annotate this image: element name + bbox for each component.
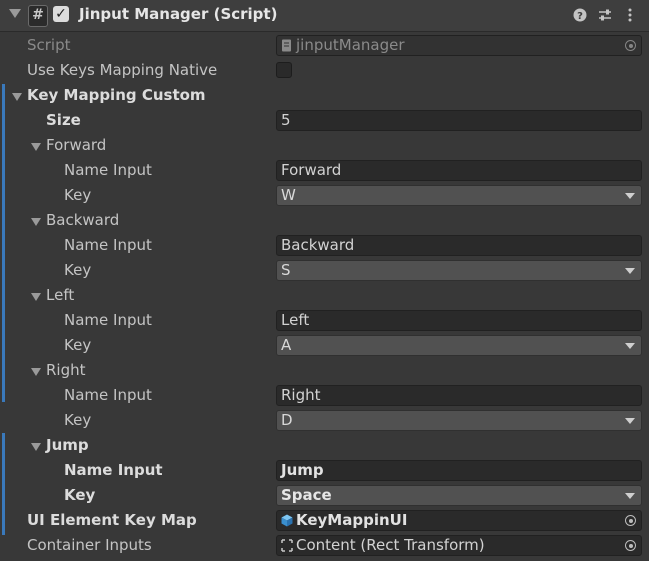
entry-label: Backward [46, 211, 120, 229]
entry-foldout[interactable]: Right [0, 359, 649, 384]
more-options-icon[interactable] [621, 5, 639, 25]
object-picker-icon[interactable] [625, 515, 636, 526]
component-header: # ✓ Jinput Manager (Script) ? [0, 0, 649, 32]
key-row: Key A [0, 334, 649, 359]
name-input-row: Name Input Right [0, 384, 649, 409]
object-picker-icon [625, 40, 636, 51]
key-dropdown[interactable]: A [276, 335, 642, 356]
dropdown-arrow-icon [625, 343, 635, 349]
dropdown-arrow-icon [625, 418, 635, 424]
key-dropdown[interactable]: D [276, 410, 642, 431]
script-file-icon [282, 39, 291, 52]
script-row: Script jinputManager [0, 34, 649, 59]
rect-transform-icon [281, 539, 293, 552]
dropdown-arrow-icon [625, 493, 635, 499]
container-row: Container Inputs Content (Rect Transform… [0, 534, 649, 559]
entry-label: Right [46, 361, 86, 379]
prefab-cube-icon [281, 514, 293, 527]
container-label: Container Inputs [27, 536, 152, 554]
ui-element-field[interactable]: KeyMappinUI [276, 510, 642, 531]
svg-text:?: ? [577, 11, 583, 22]
component-enabled-checkbox[interactable]: ✓ [53, 6, 69, 22]
foldout-arrow-icon[interactable] [31, 218, 41, 226]
presets-icon[interactable] [596, 5, 614, 25]
foldout-arrow-icon[interactable] [31, 443, 41, 451]
dropdown-arrow-icon [625, 268, 635, 274]
script-field: jinputManager [276, 35, 642, 56]
entry-label: Forward [46, 136, 107, 154]
key-row: Key Space [0, 484, 649, 509]
name-input-label: Name Input [64, 461, 163, 479]
key-label: Key [64, 186, 92, 204]
container-field[interactable]: Content (Rect Transform) [276, 535, 642, 556]
object-picker-icon[interactable] [625, 540, 636, 551]
key-label: Key [64, 411, 92, 429]
ui-element-row: UI Element Key Map KeyMappinUI [0, 509, 649, 534]
key-row: Key S [0, 259, 649, 284]
help-icon[interactable]: ? [571, 5, 589, 25]
key-row: Key W [0, 184, 649, 209]
key-label: Key [64, 336, 92, 354]
name-input-row: Name Input Backward [0, 234, 649, 259]
name-input-row: Name Input Jump [0, 459, 649, 484]
foldout-arrow-icon[interactable] [12, 93, 22, 101]
name-input-label: Name Input [64, 236, 152, 254]
native-row: Use Keys Mapping Native [0, 59, 649, 84]
name-input-field[interactable]: Forward [276, 160, 642, 181]
size-row: Size 5 [0, 109, 649, 134]
key-label: Key [64, 486, 96, 504]
entry-label: Left [46, 286, 75, 304]
name-input-label: Name Input [64, 386, 152, 404]
name-input-row: Name Input Left [0, 309, 649, 334]
ui-element-label: UI Element Key Map [27, 511, 197, 529]
entry-foldout[interactable]: Left [0, 284, 649, 309]
name-input-label: Name Input [64, 311, 152, 329]
key-dropdown[interactable]: Space [276, 485, 642, 506]
name-input-label: Name Input [64, 161, 152, 179]
name-input-field[interactable]: Jump [276, 460, 642, 481]
name-input-row: Name Input Forward [0, 159, 649, 184]
key-dropdown[interactable]: W [276, 185, 642, 206]
foldout-arrow-icon[interactable] [31, 293, 41, 301]
entry-foldout[interactable]: Backward [0, 209, 649, 234]
size-input[interactable]: 5 [276, 110, 642, 131]
entry-foldout[interactable]: Jump [0, 434, 649, 459]
script-icon: # [28, 5, 48, 27]
name-input-field[interactable]: Backward [276, 235, 642, 256]
key-row: Key D [0, 409, 649, 434]
name-input-field[interactable]: Left [276, 310, 642, 331]
key-label: Key [64, 261, 92, 279]
entry-label: Jump [46, 436, 89, 454]
foldout-arrow-icon[interactable] [9, 9, 21, 18]
entry-foldout[interactable]: Forward [0, 134, 649, 159]
custom-label: Key Mapping Custom [27, 86, 206, 104]
script-label: Script [27, 36, 71, 54]
foldout-arrow-icon[interactable] [31, 143, 41, 151]
foldout-arrow-icon[interactable] [31, 368, 41, 376]
name-input-field[interactable]: Right [276, 385, 642, 406]
dropdown-arrow-icon [625, 193, 635, 199]
key-dropdown[interactable]: S [276, 260, 642, 281]
native-label: Use Keys Mapping Native [27, 61, 218, 79]
native-checkbox[interactable] [276, 62, 292, 78]
custom-foldout[interactable]: Key Mapping Custom [0, 84, 649, 109]
component-title: Jinput Manager (Script) [79, 5, 278, 23]
size-label: Size [46, 111, 81, 129]
